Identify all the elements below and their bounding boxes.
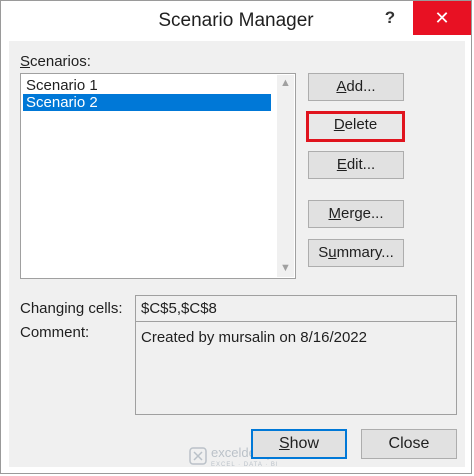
close-button[interactable]: Close <box>361 429 457 459</box>
changing-cells-field[interactable]: $C$5,$C$8 <box>135 295 457 322</box>
scenario-manager-dialog: Scenario Manager ? ✕ Scenarios: Scenario… <box>0 0 472 474</box>
list-item[interactable]: Scenario 1 <box>23 77 271 94</box>
exceldemy-logo-icon <box>189 447 207 465</box>
scroll-up-icon[interactable]: ▲ <box>277 75 294 92</box>
scenarios-label: Scenarios: <box>20 53 91 70</box>
summary-button[interactable]: Summary... <box>308 239 404 267</box>
merge-button[interactable]: Merge... <box>308 200 404 228</box>
comment-field[interactable]: Created by mursalin on 8/16/2022 <box>135 321 457 415</box>
scroll-down-icon[interactable]: ▼ <box>277 260 294 277</box>
list-item[interactable]: Scenario 2 <box>23 94 271 111</box>
listbox-scrollbar[interactable]: ▲ ▼ <box>277 75 294 277</box>
show-button[interactable]: Show <box>251 429 347 459</box>
edit-button[interactable]: Edit... <box>308 151 404 179</box>
changing-cells-label: Changing cells: <box>20 300 123 317</box>
watermark-tagline: EXCEL · DATA · BI <box>211 462 279 468</box>
comment-label: Comment: <box>20 324 90 341</box>
title-bar: Scenario Manager ? ✕ <box>1 1 471 41</box>
add-button[interactable]: Add... <box>308 73 404 101</box>
close-window-icon[interactable]: ✕ <box>413 1 471 35</box>
scenarios-listbox[interactable]: Scenario 1 Scenario 2 ▲ ▼ <box>20 73 296 279</box>
help-icon[interactable]: ? <box>373 3 407 33</box>
delete-button[interactable]: Delete <box>306 111 405 142</box>
